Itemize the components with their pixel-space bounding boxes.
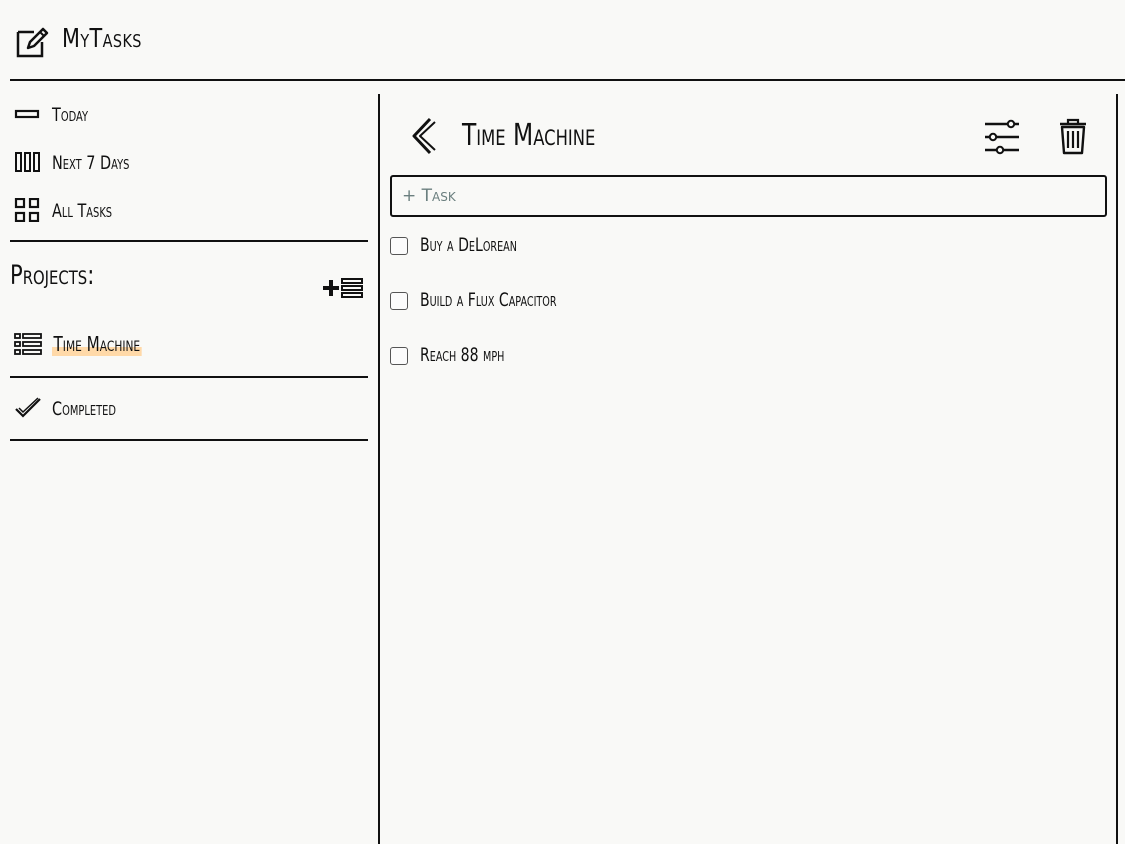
sidebar-item-label: Completed <box>52 398 116 420</box>
app-window: MyTasks Today Next 7 Days All Tasks Proj… <box>0 0 1125 844</box>
task-checkbox[interactable] <box>390 292 408 310</box>
task-label: Buy a DeLorean <box>420 234 517 256</box>
sidebar-item-today[interactable]: Today <box>10 96 368 132</box>
app-title: MyTasks <box>62 24 142 54</box>
sidebar-divider <box>10 376 368 378</box>
add-task-input[interactable] <box>390 175 1107 217</box>
edit-note-icon <box>16 27 49 58</box>
project-title: Time Machine <box>462 118 596 153</box>
task-row: Buy a DeLorean <box>390 232 1090 262</box>
sidebar-item-next-7-days[interactable]: Next 7 Days <box>10 144 368 180</box>
task-checkbox[interactable] <box>390 347 408 365</box>
task-row: Reach 88 mph <box>390 342 1090 372</box>
app-header: MyTasks <box>10 0 1125 81</box>
add-list-icon[interactable] <box>322 276 364 300</box>
list-icon <box>14 333 42 355</box>
main-panel: Time Machine Buy a DeLorean Build a Flux… <box>390 94 1108 844</box>
sidebar-divider <box>10 439 368 441</box>
chevron-left-icon[interactable] <box>408 116 440 156</box>
sidebar-item-label: Today <box>52 104 89 126</box>
grid-icon <box>14 198 40 222</box>
sidebar-project-time-machine[interactable]: Time Machine <box>10 326 368 362</box>
sidebar-item-completed[interactable]: Completed <box>10 390 368 426</box>
main-panel-border-right <box>1116 94 1118 844</box>
sidebar-divider <box>10 240 368 242</box>
task-label: Reach 88 mph <box>420 344 505 366</box>
columns-icon <box>15 152 40 172</box>
sidebar-item-label: All Tasks <box>52 200 113 222</box>
project-label-highlight: Time Machine <box>52 332 142 356</box>
task-label: Build a Flux Capacitor <box>420 289 557 311</box>
sidebar-project-label: Time Machine <box>52 332 142 356</box>
single-bar-icon <box>14 109 40 119</box>
projects-heading: Projects: <box>10 260 95 291</box>
sidebar-item-all-tasks[interactable]: All Tasks <box>10 192 368 228</box>
task-checkbox[interactable] <box>390 237 408 255</box>
task-row: Build a Flux Capacitor <box>390 287 1090 317</box>
trash-icon[interactable] <box>1058 118 1088 156</box>
main-panel-border-left <box>378 94 380 844</box>
sliders-icon[interactable] <box>982 118 1022 156</box>
checkmark-icon <box>15 397 41 418</box>
sidebar-item-label: Next 7 Days <box>52 152 130 174</box>
